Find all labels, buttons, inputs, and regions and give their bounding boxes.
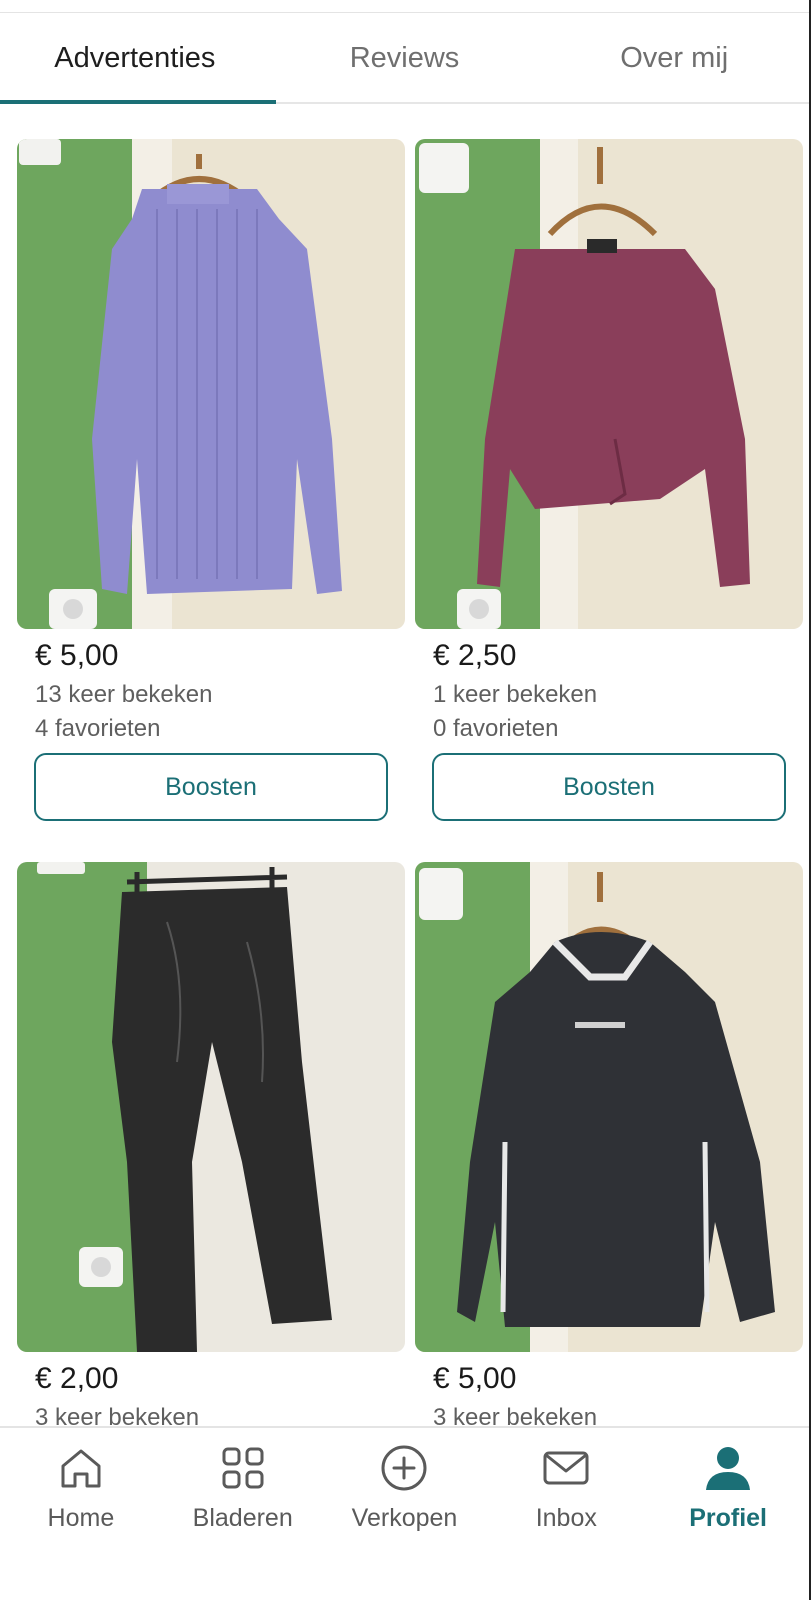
nav-verkopen[interactable]: Verkopen xyxy=(324,1428,486,1548)
listing-photo[interactable] xyxy=(415,139,803,629)
listing-favorites: 4 favorieten xyxy=(35,715,161,742)
listing-views: 1 keer bekeken xyxy=(433,681,598,708)
listing-price: € 5,00 xyxy=(433,1362,517,1395)
listing-card[interactable]: € 5,00 3 keer bekeken xyxy=(415,862,803,1426)
profile-tabs: Advertenties Reviews Over mij xyxy=(0,14,809,104)
listing-price: € 2,50 xyxy=(433,639,517,672)
mail-icon xyxy=(543,1451,589,1485)
nav-verkopen-label: Verkopen xyxy=(351,1504,458,1532)
nav-home[interactable]: Home xyxy=(0,1428,162,1548)
person-icon xyxy=(706,1447,751,1490)
listing-price: € 5,00 xyxy=(35,639,119,672)
tab-advertenties[interactable]: Advertenties xyxy=(0,14,270,102)
top-divider xyxy=(0,12,811,13)
plus-circle-icon xyxy=(381,1445,427,1491)
listing-card[interactable]: € 2,00 3 keer bekeken xyxy=(17,862,405,1426)
listing-favorites: 0 favorieten xyxy=(433,715,559,742)
boost-button[interactable]: Boosten xyxy=(432,753,786,821)
listing-card[interactable]: € 5,00 13 keer bekeken 4 favorieten Boos… xyxy=(17,139,405,821)
nav-profiel-label: Profiel xyxy=(689,1504,767,1532)
tab-over-mij[interactable]: Over mij xyxy=(539,14,809,102)
listing-photo[interactable] xyxy=(17,862,405,1352)
nav-bladeren-label: Bladeren xyxy=(192,1504,293,1532)
tab-reviews[interactable]: Reviews xyxy=(270,14,540,102)
grid-icon xyxy=(222,1447,264,1489)
listing-price: € 2,00 xyxy=(35,1362,119,1395)
bottom-navigation: Home Bladeren Verkopen Inbox Profiel xyxy=(0,1426,809,1600)
nav-home-label: Home xyxy=(47,1504,115,1532)
listing-card[interactable]: € 2,50 1 keer bekeken 0 favorieten Boost… xyxy=(415,139,803,821)
listing-views: 13 keer bekeken xyxy=(35,681,213,708)
listing-views: 3 keer bekeken xyxy=(35,1404,200,1426)
listing-photo[interactable] xyxy=(415,862,803,1352)
listings-content: € 5,00 13 keer bekeken 4 favorieten Boos… xyxy=(0,104,809,1426)
boost-button[interactable]: Boosten xyxy=(34,753,388,821)
nav-bladeren[interactable]: Bladeren xyxy=(162,1428,324,1548)
listing-views: 3 keer bekeken xyxy=(433,1404,598,1426)
nav-inbox-label: Inbox xyxy=(535,1504,597,1532)
home-icon xyxy=(61,1449,101,1488)
listing-photo[interactable] xyxy=(17,139,405,629)
nav-inbox[interactable]: Inbox xyxy=(485,1428,647,1548)
nav-profiel[interactable]: Profiel xyxy=(647,1428,809,1548)
